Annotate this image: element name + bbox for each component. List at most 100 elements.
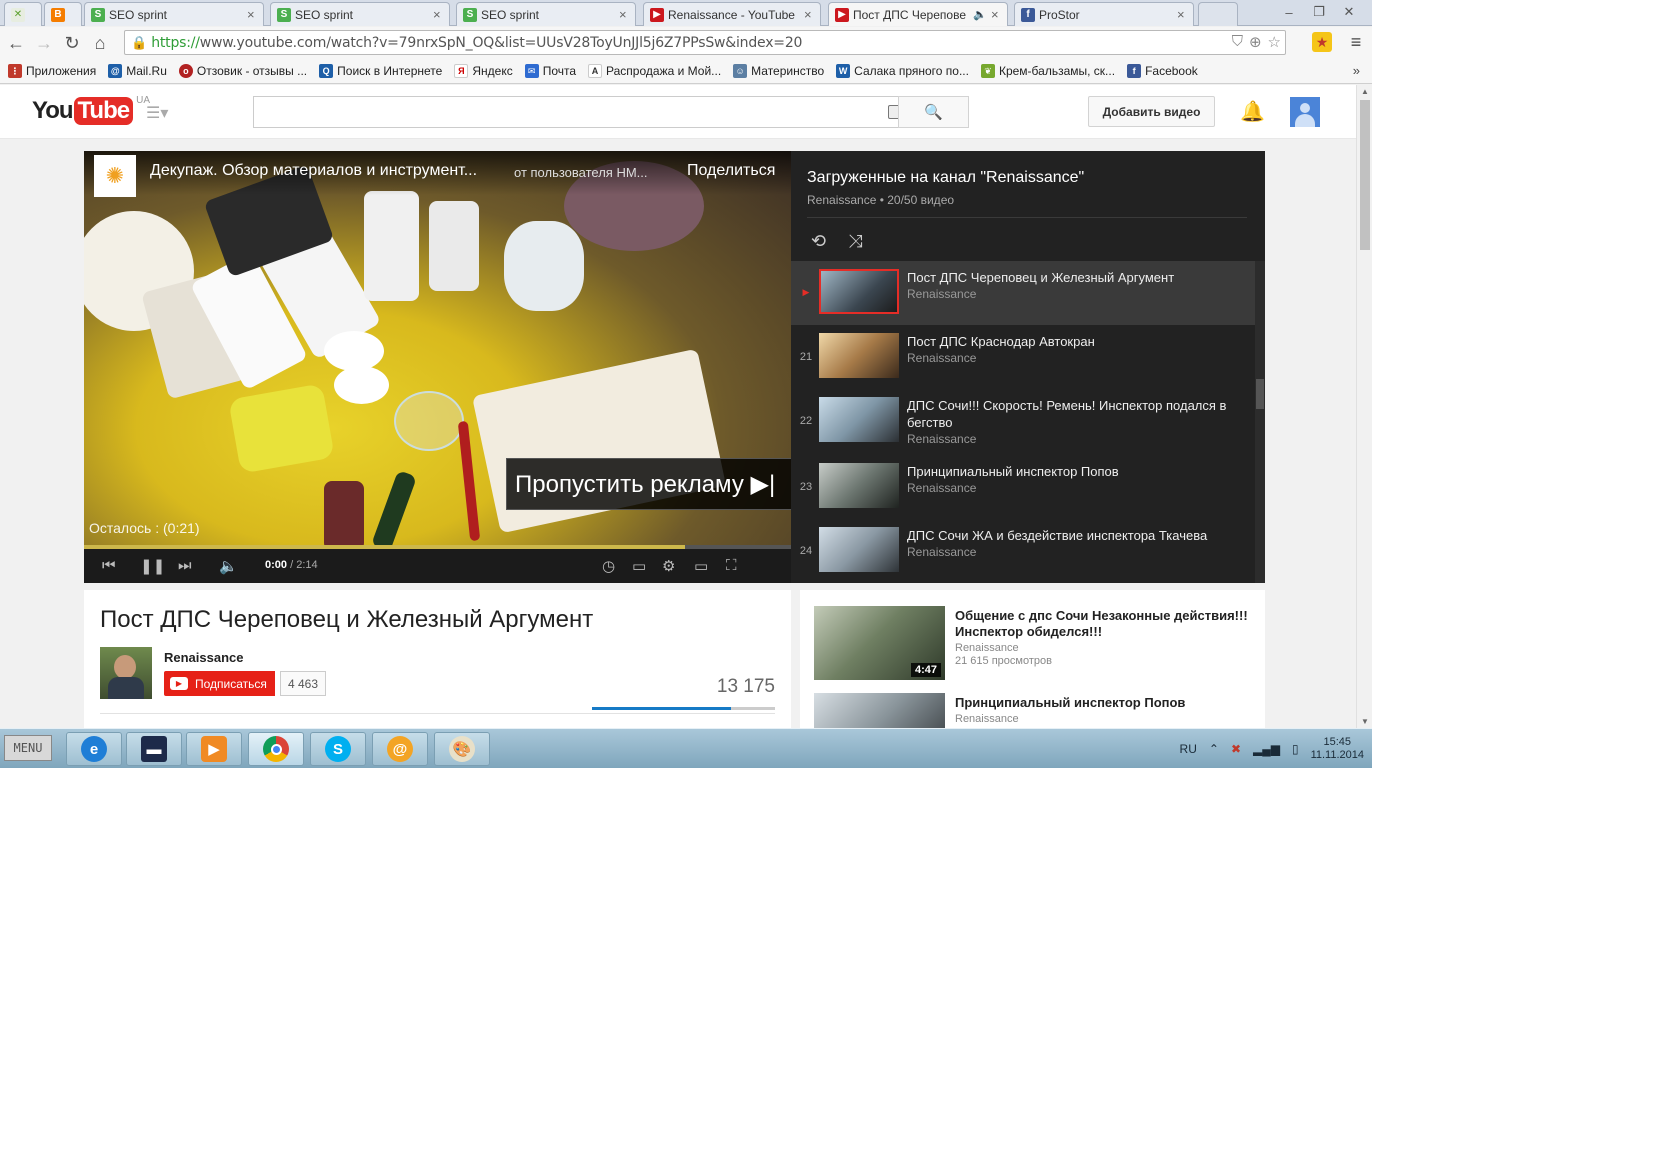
playlist-scrollbar[interactable]	[1255, 261, 1265, 583]
ad-video-title[interactable]: Декупаж. Обзор материалов и инструмент..…	[150, 162, 477, 180]
forward-arrow-icon[interactable]: →	[32, 31, 56, 55]
tab-close-icon[interactable]: ×	[619, 7, 629, 22]
taskbar-monitor[interactable]: ▬	[126, 732, 182, 766]
related-thumbnail[interactable]	[814, 693, 945, 728]
user-avatar[interactable]	[1290, 97, 1320, 127]
share-button[interactable]: Поделиться	[687, 162, 775, 180]
volume-icon[interactable]: 🔈	[219, 557, 238, 575]
tab-close-icon[interactable]: ×	[433, 7, 443, 22]
upload-video-button[interactable]: Добавить видео	[1088, 96, 1215, 127]
tab-close-icon[interactable]: ×	[991, 7, 1001, 22]
bookmark-yandex[interactable]: Я Яндекс	[454, 64, 513, 78]
bookmark-mailru[interactable]: @ Mail.Ru	[108, 64, 167, 78]
bookmark-motherhood[interactable]: ☺ Материнство	[733, 64, 824, 78]
channel-name[interactable]: Renaissance	[164, 650, 244, 665]
bell-icon[interactable]: 🔔	[1240, 99, 1265, 124]
playlist-item[interactable]: 21 Пост ДПС Краснодар Автокран Renaissan…	[791, 325, 1255, 389]
playlist-item[interactable]: 23 Принципиальный инспектор Попов Renais…	[791, 455, 1255, 519]
browser-tab-seo-sprint-3[interactable]: S SEO sprint ×	[456, 2, 636, 26]
bookmark-creams[interactable]: ❦ Крем-бальзамы, ск...	[980, 64, 1115, 78]
gear-icon[interactable]: ⚙	[662, 557, 675, 575]
tab-close-icon[interactable]: ×	[1177, 7, 1187, 22]
shuffle-icon[interactable]: ⤨	[848, 231, 862, 252]
scroll-thumb[interactable]	[1360, 100, 1370, 250]
close-window-icon[interactable]: ✕	[1334, 2, 1364, 22]
back-arrow-icon[interactable]: ←	[4, 31, 28, 55]
search-input[interactable]	[253, 96, 917, 128]
language-indicator[interactable]: RU	[1180, 742, 1197, 756]
bookmark-salaka[interactable]: W Салака пряного по...	[836, 64, 969, 78]
playlist-thumbnail[interactable]	[819, 463, 899, 508]
bookmark-sale[interactable]: A Распродажа и Мой...	[588, 64, 721, 78]
video-frame[interactable]: ✺ Декупаж. Обзор материалов и инструмент…	[84, 151, 791, 547]
browser-tab-seo-sprint-2[interactable]: S SEO sprint ×	[270, 2, 450, 26]
bookmark-otzovik[interactable]: o Отзовик - отзывы ...	[178, 64, 307, 78]
playlist-item[interactable]: 24 ДПС Сочи ЖА и бездействие инспектора …	[791, 519, 1255, 583]
bookmark-mail[interactable]: ✉ Почта	[524, 64, 576, 78]
search-button[interactable]: 🔍	[898, 96, 969, 128]
skip-ad-button[interactable]: Пропустить рекламу ▶|	[506, 458, 791, 510]
video-player[interactable]: ✺ Декупаж. Обзор материалов и инструмент…	[84, 151, 791, 583]
home-icon[interactable]: ⌂	[88, 31, 112, 55]
browser-tab-seo-sprint-1[interactable]: S SEO sprint ×	[84, 2, 264, 26]
shield-icon[interactable]: ⛉	[1232, 33, 1243, 51]
playlist-title[interactable]: Загруженные на канал "Renaissance"	[807, 169, 1084, 187]
taskbar-ie[interactable]: e	[66, 732, 122, 766]
browser-tab-prostor[interactable]: f ProStor ×	[1014, 2, 1194, 26]
fullscreen-icon[interactable]: ⛶	[726, 557, 737, 574]
related-thumbnail[interactable]: 4:47	[814, 606, 945, 680]
address-bar[interactable]: 🔒 https://www.youtube.com/watch?v=79nrxS…	[124, 30, 1286, 55]
browser-tab-app[interactable]: ✕	[4, 2, 42, 26]
restore-icon[interactable]: ❐	[1304, 2, 1334, 22]
scroll-down-icon[interactable]: ▼	[1361, 717, 1369, 726]
taskbar-chrome[interactable]	[248, 732, 304, 766]
playlist-thumbnail[interactable]	[819, 397, 899, 442]
subscribe-button[interactable]: ▶ Подписаться	[164, 671, 275, 696]
playlist-thumbnail[interactable]	[819, 527, 899, 572]
channel-avatar[interactable]	[100, 647, 152, 699]
taskbar-paint[interactable]: 🎨	[434, 732, 490, 766]
tray-expand-icon[interactable]: ⌃	[1209, 742, 1219, 756]
hamburger-menu-icon[interactable]: ≡	[1346, 32, 1366, 52]
watch-later-icon[interactable]: ◷	[602, 557, 615, 575]
bookmark-search[interactable]: Q Поиск в Интернете	[319, 64, 442, 78]
pause-icon[interactable]: ❚❚	[140, 557, 165, 575]
bookmarks-more-button[interactable]: »	[1353, 63, 1360, 78]
captions-icon[interactable]: ▭	[632, 557, 646, 575]
extension-icon[interactable]: ★	[1312, 32, 1332, 52]
browser-tab-blogger[interactable]: B	[44, 2, 82, 26]
browser-tab-renaissance[interactable]: ▶ Renaissance - YouTube ×	[643, 2, 821, 26]
browser-tab-active-video[interactable]: ▶ Пост ДПС Черепове 🔈 ×	[828, 2, 1008, 26]
playlist-thumbnail[interactable]	[819, 333, 899, 378]
clock[interactable]: 15:45 11.11.2014	[1311, 736, 1364, 762]
next-icon[interactable]: ⏭	[178, 557, 192, 574]
leaf-icon: ❦	[980, 64, 995, 78]
scroll-up-icon[interactable]: ▲	[1361, 87, 1369, 96]
reload-icon[interactable]: ↻	[60, 31, 84, 55]
bookmark-apps[interactable]: ⋮ Приложения	[8, 64, 96, 78]
youtube-logo[interactable]: You Tube UA	[32, 95, 150, 125]
playlist-thumbnail[interactable]	[819, 269, 899, 314]
loop-icon[interactable]: ⟲	[811, 231, 826, 252]
playlist-item[interactable]: ▶ Пост ДПС Череповец и Железный Аргумент…	[791, 261, 1255, 325]
start-menu-button[interactable]: MENU	[4, 735, 52, 761]
channel-logo-icon[interactable]: ✺	[94, 155, 136, 197]
zoom-icon[interactable]: ⊕	[1249, 33, 1262, 51]
signal-icon[interactable]: ▂▄▆	[1253, 742, 1280, 756]
tab-close-icon[interactable]: ×	[804, 7, 814, 22]
star-bookmark-icon[interactable]: ☆	[1268, 33, 1281, 51]
guide-menu-icon[interactable]: ☰▾	[146, 103, 168, 123]
minimize-icon[interactable]: –	[1274, 2, 1304, 22]
taskbar-skype[interactable]: S	[310, 732, 366, 766]
previous-icon[interactable]: ⏮	[102, 557, 116, 574]
page-scrollbar[interactable]: ▲ ▼	[1356, 85, 1372, 728]
power-icon[interactable]: ▯	[1292, 742, 1299, 756]
new-tab-button[interactable]	[1198, 2, 1238, 26]
taskbar-media[interactable]: ▶	[186, 732, 242, 766]
bookmark-facebook[interactable]: f Facebook	[1127, 64, 1198, 78]
playlist-item[interactable]: 22 ДПС Сочи!!! Скорость! Ремень! Инспект…	[791, 389, 1255, 455]
taskbar-mail[interactable]: @	[372, 732, 428, 766]
theater-mode-icon[interactable]: ▭	[694, 557, 708, 575]
tab-close-icon[interactable]: ×	[247, 7, 257, 22]
network-error-icon[interactable]: ✖	[1231, 742, 1241, 756]
